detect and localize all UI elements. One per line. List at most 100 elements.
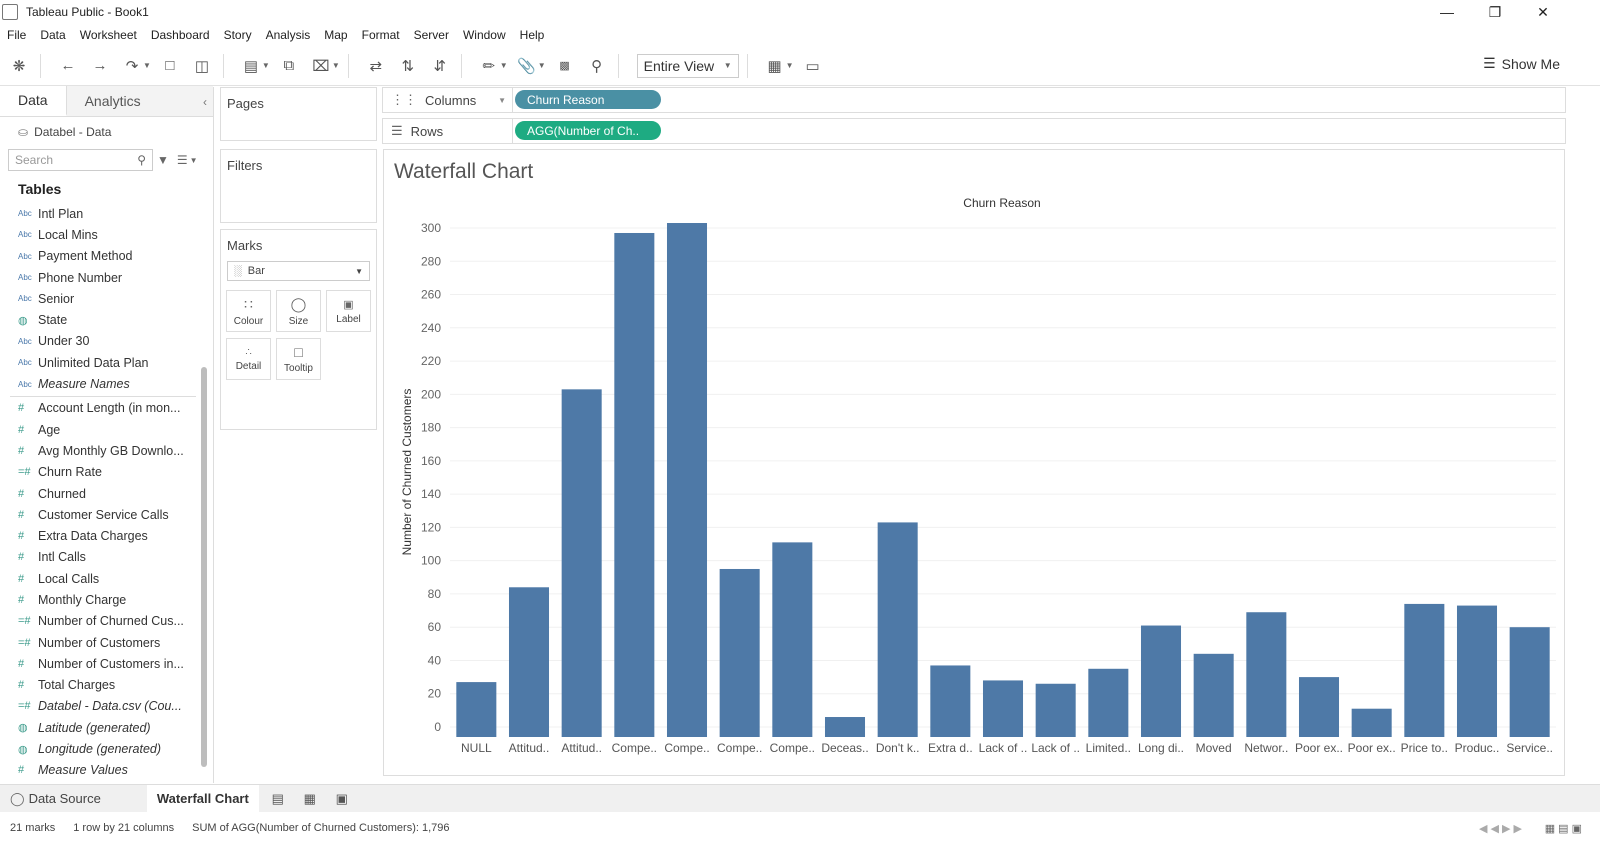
rows-pill[interactable]: AGG(Number of Ch..	[515, 121, 661, 140]
bar[interactable]	[1193, 653, 1234, 737]
field-item[interactable]: # Account Length (in mon...	[0, 398, 196, 419]
columns-pill[interactable]: Churn Reason	[515, 90, 661, 109]
field-item[interactable]: Abc Phone Number	[0, 267, 196, 288]
detail-button[interactable]: ∴ Detail	[226, 338, 271, 380]
field-item[interactable]: # Intl Calls	[0, 547, 196, 568]
group-icon[interactable]: 📎	[514, 53, 540, 79]
bar[interactable]	[1140, 625, 1182, 737]
field-item[interactable]: ◍ Latitude (generated)	[0, 717, 196, 738]
pages-card[interactable]: Pages	[220, 87, 377, 141]
menu-format[interactable]: Format	[355, 28, 407, 42]
field-item[interactable]: # Number of Customers in...	[0, 653, 196, 674]
label-button[interactable]: ▣ Label	[326, 290, 371, 332]
field-item[interactable]: Abc Under 30	[0, 331, 196, 352]
field-item[interactable]: # Extra Data Charges	[0, 525, 196, 546]
bar[interactable]	[1351, 708, 1392, 737]
sheet-tab-waterfall-chart[interactable]: Waterfall Chart	[146, 784, 259, 813]
bar[interactable]	[1035, 683, 1076, 737]
sort-descending-icon[interactable]: ⇵	[427, 53, 453, 79]
colour-button[interactable]: ∷ Colour	[226, 290, 271, 332]
bar[interactable]	[930, 665, 971, 737]
swap-icon[interactable]: ⇄	[363, 53, 389, 79]
field-item[interactable]: # Age	[0, 419, 196, 440]
restore-icon[interactable]: ❐	[1472, 0, 1518, 24]
menu-story[interactable]: Story	[217, 28, 259, 42]
bar[interactable]	[508, 587, 550, 737]
size-button[interactable]: ◯ Size	[276, 290, 321, 332]
menu-map[interactable]: Map	[317, 28, 354, 42]
filter-icon[interactable]: ▼	[157, 153, 169, 167]
field-item[interactable]: # Avg Monthly GB Downlo...	[0, 440, 196, 461]
show-cards-icon[interactable]: ▦	[762, 53, 788, 79]
sheet-view-icons[interactable]: ▦ ▤ ▣	[1545, 822, 1582, 835]
bar[interactable]	[456, 682, 497, 737]
minimize-icon[interactable]: —	[1424, 0, 1470, 24]
show-me-button[interactable]: ☰ Show Me	[1483, 55, 1560, 72]
bar[interactable]	[1246, 612, 1287, 737]
menu-file[interactable]: File	[0, 28, 33, 42]
field-item[interactable]: Abc Payment Method	[0, 246, 196, 267]
view-options-dropdown-icon[interactable]: ▼	[190, 156, 198, 165]
group-dropdown-icon[interactable]: ▼	[538, 61, 546, 70]
field-item[interactable]: # Local Calls	[0, 568, 196, 589]
field-item[interactable]: # Customer Service Calls	[0, 504, 196, 525]
filters-card[interactable]: Filters	[220, 149, 377, 223]
chevron-down-icon[interactable]: ▼	[498, 96, 506, 105]
tooltip-button[interactable]: □ Tooltip	[276, 338, 321, 380]
field-item[interactable]: # Measure Values	[0, 760, 196, 781]
bar[interactable]	[982, 680, 1024, 737]
presentation-icon[interactable]: ▭	[800, 53, 826, 79]
bar[interactable]	[561, 389, 602, 737]
field-item[interactable]: # Churned	[0, 483, 196, 504]
field-item[interactable]: Abc Local Mins	[0, 224, 196, 245]
field-item[interactable]: =# Databel - Data.csv (Cou...	[0, 696, 196, 717]
fit-dropdown[interactable]: Entire View ▼	[636, 53, 739, 78]
mark-type-dropdown[interactable]: ░ Bar ▼	[227, 261, 370, 281]
redo-icon[interactable]: →	[87, 53, 113, 79]
highlight-icon[interactable]: ✏	[476, 53, 502, 79]
save-icon[interactable]: □	[157, 53, 183, 79]
menu-worksheet[interactable]: Worksheet	[73, 28, 144, 42]
new-datasource-icon[interactable]: ◫	[189, 53, 215, 79]
new-worksheet-icon[interactable]: ▤	[238, 53, 264, 79]
datasource-row[interactable]: ⛀ Databel - Data	[0, 121, 213, 143]
rows-shelf[interactable]: ☰ Rows AGG(Number of Ch..	[382, 118, 1566, 144]
sort-ascending-icon[interactable]: ⇅	[395, 53, 421, 79]
new-dashboard-tab-icon[interactable]: ▦	[297, 786, 323, 812]
bar[interactable]	[824, 717, 866, 737]
bar[interactable]	[1404, 603, 1445, 737]
bar[interactable]	[614, 232, 655, 737]
new-worksheet-tab-icon[interactable]: ▤	[265, 786, 291, 812]
data-source-tab[interactable]: ◯ Data Source	[0, 785, 111, 813]
bar[interactable]	[666, 223, 708, 737]
highlight-dropdown-icon[interactable]: ▼	[500, 61, 508, 70]
field-item[interactable]: =# Number of Customers	[0, 632, 196, 653]
new-story-tab-icon[interactable]: ▣	[329, 786, 355, 812]
show-cards-dropdown-icon[interactable]: ▼	[786, 61, 794, 70]
search-input[interactable]: Search ⚲	[8, 149, 153, 171]
field-item[interactable]: Abc Unlimited Data Plan	[0, 352, 196, 373]
field-item[interactable]: Abc Measure Names	[0, 373, 196, 394]
menu-dashboard[interactable]: Dashboard	[144, 28, 217, 42]
replay-dropdown-icon[interactable]: ▼	[143, 61, 151, 70]
pin-icon[interactable]: ⚲	[584, 53, 610, 79]
bar[interactable]	[877, 522, 918, 737]
field-item[interactable]: =# Churn Rate	[0, 462, 196, 483]
field-item[interactable]: # Monthly Charge	[0, 589, 196, 610]
field-item[interactable]: # Total Charges	[0, 675, 196, 696]
tab-data[interactable]: Data	[0, 86, 67, 116]
bar[interactable]	[1088, 668, 1129, 737]
menu-server[interactable]: Server	[407, 28, 456, 42]
view-options-icon[interactable]: ☰	[177, 153, 188, 167]
bar[interactable]	[772, 542, 813, 737]
tab-analytics[interactable]: Analytics	[66, 86, 213, 116]
labels-icon[interactable]: ▩	[552, 53, 578, 79]
field-item[interactable]: =# Number of Churned Cus...	[0, 611, 196, 632]
tableau-logo-icon[interactable]: ❋	[6, 53, 32, 79]
undo-icon[interactable]: ←	[55, 53, 81, 79]
menu-data[interactable]: Data	[33, 28, 72, 42]
field-item[interactable]: Abc Intl Plan	[0, 203, 196, 224]
field-item[interactable]: ◍ Longitude (generated)	[0, 738, 196, 759]
collapse-pane-icon[interactable]: ‹	[203, 95, 207, 109]
replay-icon[interactable]: ↷	[119, 53, 145, 79]
